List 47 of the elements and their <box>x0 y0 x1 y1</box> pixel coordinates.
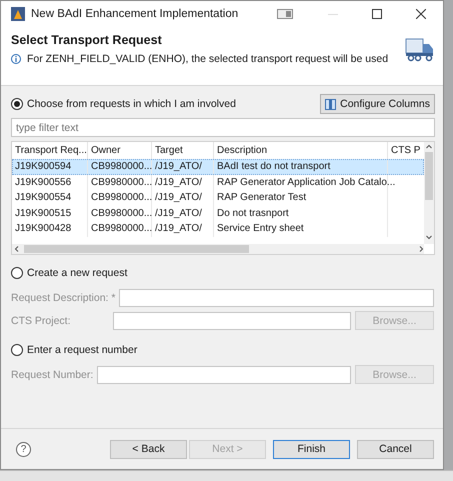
table-cell: /J19_ATO/ <box>155 192 202 204</box>
page-title: Select Transport Request <box>11 33 163 47</box>
field-label: CTS Project: <box>11 314 72 326</box>
table-cell: J19K900515 <box>15 208 72 219</box>
radio-indicator[interactable] <box>11 344 23 356</box>
configure-columns-button[interactable]: Configure Columns <box>320 94 435 114</box>
dialog-button[interactable]: Finish <box>273 440 350 458</box>
info-icon <box>11 54 21 64</box>
table-cell: /J19_ATO/ <box>155 161 202 172</box>
table-cell: CB9980000... <box>91 161 152 172</box>
table-cell: BAdI test do not transport <box>217 161 330 172</box>
filter-field[interactable]: type filter text <box>11 118 435 137</box>
window-icon <box>277 9 293 19</box>
table-cell: J19K900594 <box>15 161 72 172</box>
columns-icon <box>325 98 336 110</box>
table-cell: RAP Generator Test <box>217 192 306 204</box>
field-label: Request Number: <box>11 368 94 380</box>
info-message: For ZENH_FIELD_VALID (ENHO), the selected transport request will be used <box>27 53 388 65</box>
radio-indicator[interactable] <box>11 98 23 110</box>
horizontal-scrollbar[interactable] <box>12 244 424 254</box>
close-icon[interactable] <box>416 9 426 19</box>
table-cell: J19K900554 <box>15 192 72 204</box>
table-cell: CB9980000... <box>91 223 152 234</box>
dialog-button[interactable]: Cancel <box>357 440 434 458</box>
table-cell: Service Entry sheet <box>217 223 304 234</box>
table-cell: /J19_ATO/ <box>155 176 202 188</box>
table-cell: RAP Generator Application Job Catalo... <box>217 176 396 188</box>
radio-button[interactable]: Enter a request number <box>11 344 434 356</box>
help-button[interactable]: ? <box>16 442 31 456</box>
field-label: Request Description: * <box>11 292 116 304</box>
radio-indicator[interactable] <box>11 267 23 279</box>
window-title: New BAdI Enhancement Implementation <box>31 8 240 20</box>
app-icon <box>11 7 25 21</box>
maximize-icon[interactable] <box>372 9 382 19</box>
table-cell: CB9980000... <box>91 208 152 219</box>
table-cell: /J19_ATO/ <box>155 208 202 219</box>
truck-icon <box>405 37 435 63</box>
table-cell: J19K900556 <box>15 176 72 188</box>
table-cell: CB9980000... <box>91 176 152 188</box>
radio-button[interactable]: Choose from requests in which I am involved <box>11 98 236 110</box>
dialog-button[interactable]: < Back <box>110 440 187 458</box>
table-cell: /J19_ATO/ <box>155 223 202 234</box>
table-row[interactable]: J19K900594 CB9980000... /J19_ATO/ BAdI test do not transport <box>12 159 424 174</box>
table-cell: Do not trasnport <box>217 208 289 219</box>
table-cell: J19K900428 <box>15 223 72 234</box>
table-cell: CB9980000... <box>91 192 152 204</box>
radio-button[interactable]: Create a new request <box>11 267 434 279</box>
